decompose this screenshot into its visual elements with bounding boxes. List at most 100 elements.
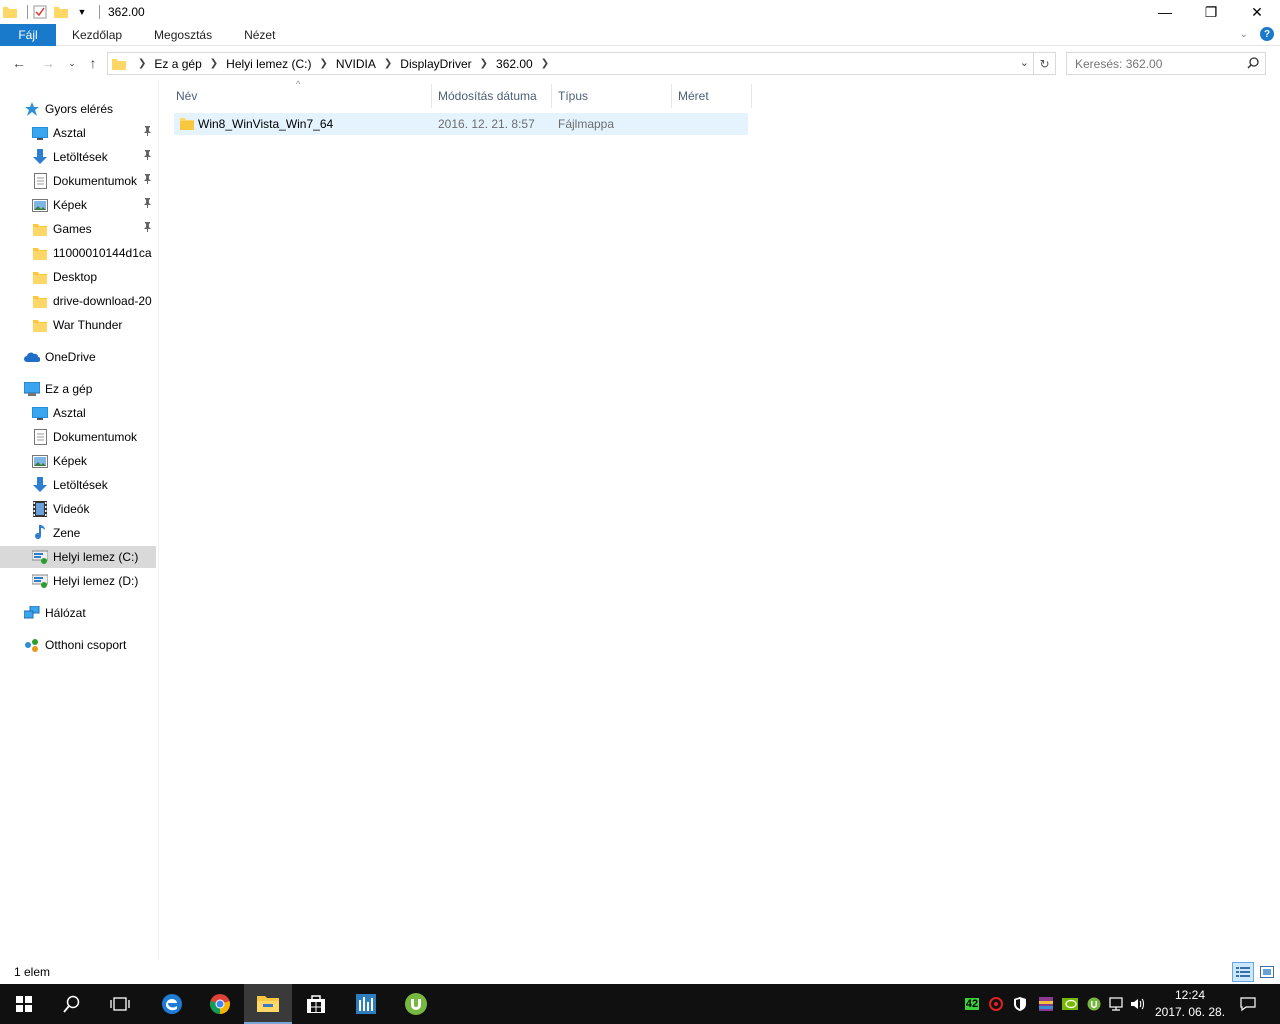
search-taskbar-icon[interactable] <box>48 984 96 1024</box>
sort-ascending-icon: ^ <box>296 79 301 89</box>
app-equalizer-icon[interactable] <box>342 984 390 1024</box>
tray-volume-icon[interactable] <box>1126 984 1150 1024</box>
refresh-button[interactable]: ↻ <box>1034 52 1056 75</box>
expand-ribbon-icon[interactable]: ⌄ <box>1240 29 1248 40</box>
new-folder-icon[interactable] <box>53 4 69 20</box>
utorrent-icon[interactable] <box>392 984 440 1024</box>
help-icon[interactable]: ? <box>1260 27 1274 41</box>
nav-pc-item-4[interactable]: Videók <box>0 498 156 520</box>
chevron-right-icon[interactable]: ❯ <box>384 58 392 69</box>
homegroup-icon <box>24 637 40 653</box>
folder-icon <box>32 245 48 261</box>
breadcrumb-displaydriver[interactable]: DisplayDriver <box>400 57 471 71</box>
column-header-date[interactable]: Módosítás dátuma <box>432 84 552 108</box>
tab-share[interactable]: Megosztás <box>138 24 228 46</box>
desktop-icon <box>32 125 48 141</box>
tray-winrar-icon[interactable] <box>1034 984 1058 1024</box>
search-input[interactable] <box>1075 56 1235 71</box>
view-switcher <box>1232 962 1278 982</box>
nav-pc-item-5[interactable]: Zene <box>0 522 156 544</box>
nav-quick-item-2[interactable]: Dokumentumok <box>0 170 156 192</box>
nav-pc-item-6[interactable]: Helyi lemez (C:) <box>0 546 156 568</box>
tab-home[interactable]: Kezdőlap <box>56 24 138 46</box>
chevron-right-icon[interactable]: ❯ <box>320 58 328 69</box>
nav-quick-item-7[interactable]: drive-download-20 <box>0 290 156 312</box>
nav-quick-item-1[interactable]: Letöltések <box>0 146 156 168</box>
tab-file[interactable]: Fájl <box>0 23 56 46</box>
up-button[interactable]: ↑ <box>82 52 104 74</box>
window-title: 362.00 <box>108 5 145 19</box>
chevron-right-icon[interactable]: ❯ <box>541 58 549 69</box>
breadcrumb-362[interactable]: 362.00 <box>496 57 533 71</box>
forward-button[interactable]: → <box>37 52 59 74</box>
nav-item-label: Ez a gép <box>45 382 93 396</box>
breadcrumb-this-pc[interactable]: Ez a gép <box>154 57 201 71</box>
chevron-right-icon[interactable]: ❯ <box>210 58 218 69</box>
chrome-icon[interactable] <box>196 984 244 1024</box>
column-header-size[interactable]: Méret <box>672 84 752 108</box>
nav-pc-item-3[interactable]: Letöltések <box>0 474 156 496</box>
customize-toolbar-icon[interactable]: ▼ <box>74 4 90 20</box>
address-dropdown-icon[interactable]: ⌄ <box>1020 56 1029 69</box>
nav-homegroup[interactable]: Otthoni csoport <box>0 634 156 656</box>
nav-item-label: Képek <box>53 454 88 468</box>
maximize-button[interactable]: ❐ <box>1188 0 1234 24</box>
file-explorer-icon[interactable] <box>244 984 292 1024</box>
chevron-right-icon[interactable]: ❯ <box>480 58 488 69</box>
nav-this-pc[interactable]: Ez a gép <box>0 378 156 400</box>
tab-view[interactable]: Nézet <box>228 24 291 46</box>
ribbon-right-controls: ⌄ ? <box>1240 27 1274 41</box>
tray-nvidia-icon[interactable] <box>1058 984 1082 1024</box>
details-view-icon[interactable] <box>1232 962 1254 982</box>
back-button[interactable]: ← <box>8 52 30 74</box>
chevron-right-icon[interactable]: ❯ <box>138 58 146 69</box>
nav-network[interactable]: Hálózat <box>0 602 156 624</box>
search-box[interactable] <box>1066 52 1266 75</box>
tray-temperature-badge[interactable]: 42 <box>960 984 984 1024</box>
recent-locations-button[interactable]: ⌄ <box>61 52 83 74</box>
edge-icon[interactable] <box>148 984 196 1024</box>
store-icon[interactable] <box>292 984 340 1024</box>
pin-icon <box>143 198 152 211</box>
nav-item-label: Helyi lemez (D:) <box>53 574 139 588</box>
nav-quick-item-3[interactable]: Képek <box>0 194 156 216</box>
nav-pc-item-0[interactable]: Asztal <box>0 402 156 424</box>
nav-quick-item-5[interactable]: 11000010144d1ca <box>0 242 156 264</box>
file-row[interactable]: Win8_WinVista_Win7_64 2016. 12. 21. 8:57… <box>174 113 748 135</box>
nav-quick-item-8[interactable]: War Thunder <box>0 314 156 336</box>
downloads-icon <box>32 477 48 493</box>
navigation-row: ← → ⌄ ↑ ❯ Ez a gép ❯ Helyi lemez (C:) ❯ … <box>0 52 1280 76</box>
nav-pc-item-2[interactable]: Képek <box>0 450 156 472</box>
search-icon[interactable] <box>1247 57 1259 72</box>
nav-onedrive[interactable]: OneDrive <box>0 346 156 368</box>
tray-defender-icon[interactable] <box>1008 984 1032 1024</box>
minimize-button[interactable]: — <box>1142 0 1188 24</box>
column-header-type[interactable]: Típus <box>552 84 672 108</box>
documents-icon <box>32 173 48 189</box>
close-button[interactable]: ✕ <box>1234 0 1280 24</box>
breadcrumb-nvidia[interactable]: NVIDIA <box>336 57 376 71</box>
column-header-name[interactable]: Név <box>170 84 432 108</box>
start-button[interactable] <box>0 984 48 1024</box>
nav-pc-item-7[interactable]: Helyi lemez (D:) <box>0 570 156 592</box>
nav-item-label: Helyi lemez (C:) <box>53 550 139 564</box>
nav-quick-access[interactable]: Gyors elérés <box>0 98 156 120</box>
breadcrumb-local-disk-c[interactable]: Helyi lemez (C:) <box>226 57 311 71</box>
nav-item-label: Games <box>53 222 92 236</box>
taskbar-clock[interactable]: 12:24 2017. 06. 28. <box>1150 987 1230 1021</box>
desktop-icon <box>32 405 48 421</box>
tray-app-red-icon[interactable] <box>984 984 1008 1024</box>
drive-icon <box>32 549 48 565</box>
tray-network-icon[interactable] <box>1104 984 1128 1024</box>
address-bar[interactable]: ❯ Ez a gép ❯ Helyi lemez (C:) ❯ NVIDIA ❯… <box>107 52 1034 75</box>
nav-quick-item-6[interactable]: Desktop <box>0 266 156 288</box>
nav-pc-item-1[interactable]: Dokumentumok <box>0 426 156 448</box>
nav-quick-item-4[interactable]: Games <box>0 218 156 240</box>
pin-icon <box>143 222 152 235</box>
tray-utorrent-icon[interactable] <box>1082 984 1106 1024</box>
action-center-icon[interactable] <box>1236 984 1260 1024</box>
task-view-icon[interactable] <box>96 984 144 1024</box>
properties-icon[interactable] <box>32 4 48 20</box>
large-icons-view-icon[interactable] <box>1256 962 1278 982</box>
nav-quick-item-0[interactable]: Asztal <box>0 122 156 144</box>
